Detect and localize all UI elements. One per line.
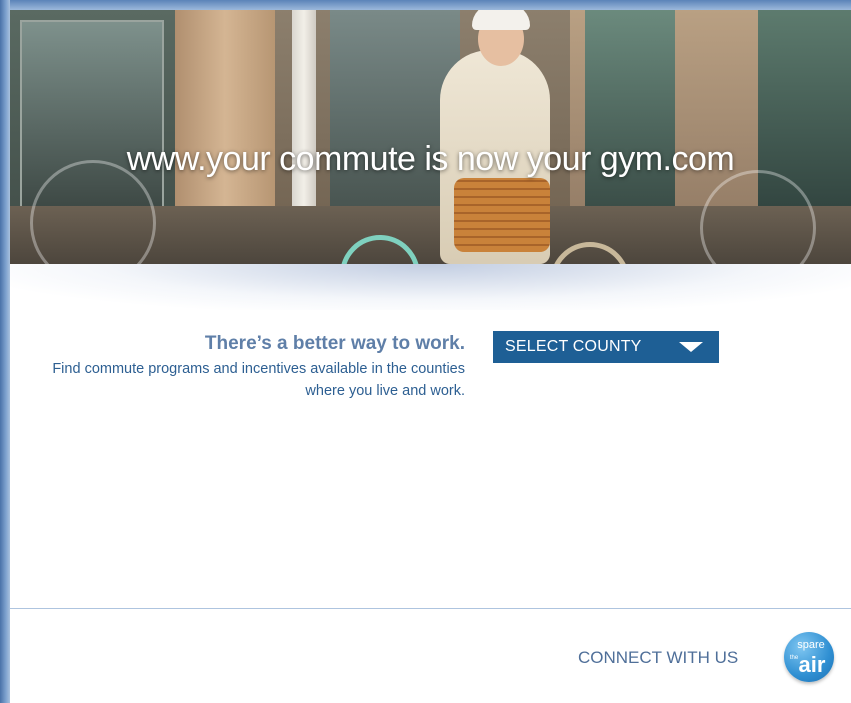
connect-with-us-link[interactable]: CONNECT WITH US <box>578 648 738 668</box>
page-content: www.your commute is now your gym.com The… <box>10 10 851 703</box>
promo-description: Find commute programs and incentives ava… <box>52 361 465 399</box>
helmet-graphic <box>472 10 530 30</box>
county-select-dropdown[interactable]: SELECT COUNTY <box>493 331 719 363</box>
hero-banner: www.your commute is now your gym.com <box>10 10 851 264</box>
window-frame-top <box>0 0 851 10</box>
logo-text-air: air <box>799 652 826 677</box>
logo-text-the: the <box>790 655 799 661</box>
hero-tagline: www.your commute is now your gym.com <box>126 140 735 178</box>
spare-the-air-logo[interactable]: spare the air <box>784 632 834 682</box>
promo-title: There’s a better way to work. <box>204 333 465 354</box>
basket-graphic <box>454 178 550 252</box>
caret-down-icon <box>679 342 703 352</box>
window-frame-left <box>0 0 10 703</box>
footer-divider <box>10 608 851 609</box>
logo-text-spare: spare <box>797 639 825 651</box>
county-select-label: SELECT COUNTY <box>505 338 642 355</box>
hero-shadow <box>10 264 851 310</box>
